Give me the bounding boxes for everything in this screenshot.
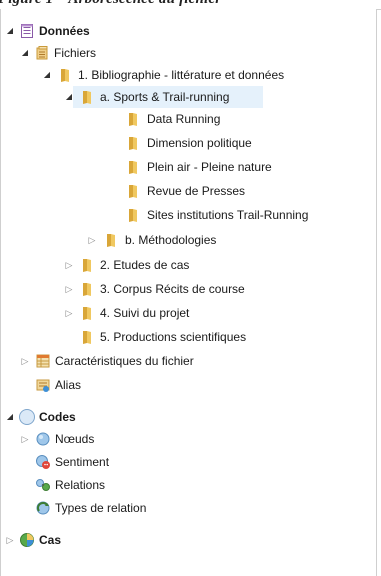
collapse-toggle-icon[interactable]: ▷ bbox=[20, 350, 30, 372]
tree-item-productions[interactable]: 5. Productions scientifiques bbox=[1, 326, 378, 348]
tree-item-plein-air[interactable]: Plein air - Pleine nature bbox=[1, 156, 378, 178]
nodes-icon bbox=[35, 431, 51, 447]
tree-item-label: Alias bbox=[55, 378, 82, 392]
tree-item-methodologies[interactable]: ▷ b. Méthodologies bbox=[1, 229, 378, 251]
tree-item-noeuds[interactable]: ▷ Nœuds bbox=[1, 428, 378, 450]
tree-item-alias[interactable]: Alias bbox=[1, 374, 378, 396]
tree-item-relations[interactable]: Relations bbox=[1, 474, 378, 496]
tree-item-etudes-cas[interactable]: ▷ 2. Etudes de cas bbox=[1, 254, 378, 276]
sentiment-icon bbox=[35, 454, 51, 470]
tree-item-label: 1. Bibliographie - littérature et donnée… bbox=[78, 68, 285, 82]
classifications-icon bbox=[35, 353, 51, 369]
folder-icon bbox=[79, 281, 95, 297]
folder-icon bbox=[125, 159, 141, 175]
expand-toggle-icon[interactable]: ◢ bbox=[5, 20, 15, 42]
collapse-toggle-icon[interactable]: ▷ bbox=[64, 254, 74, 276]
files-folder-icon bbox=[34, 45, 50, 61]
expand-toggle-icon[interactable]: ◢ bbox=[5, 406, 15, 428]
tree-item-label: 5. Productions scientifiques bbox=[100, 330, 247, 344]
codes-circle-icon bbox=[18, 408, 36, 426]
tree-item-dimension-politique[interactable]: Dimension politique bbox=[1, 132, 378, 154]
navigation-tree: ◢ Données ◢ Fichiers ◢ 1. Bibliographie … bbox=[0, 9, 377, 576]
tree-item-label: 3. Corpus Récits de course bbox=[100, 282, 245, 296]
folder-icon bbox=[79, 257, 95, 273]
relations-icon bbox=[35, 477, 51, 493]
folder-icon bbox=[57, 67, 73, 83]
tree-item-bibliographie[interactable]: ◢ 1. Bibliographie - littérature et donn… bbox=[1, 64, 378, 86]
tree-item-cas[interactable]: ▷ Cas bbox=[1, 529, 378, 551]
tree-item-data-running[interactable]: Data Running bbox=[1, 108, 378, 130]
tree-item-label: Dimension politique bbox=[147, 136, 252, 150]
tree-item-types-relation[interactable]: Types de relation bbox=[1, 497, 378, 519]
caption-text: Figure 1 – Arborescence du fichier bbox=[0, 0, 221, 8]
collapse-toggle-icon[interactable]: ▷ bbox=[87, 229, 97, 251]
folder-icon bbox=[79, 329, 95, 345]
folder-icon bbox=[125, 183, 141, 199]
folder-icon bbox=[79, 305, 95, 321]
tree-item-caracteristiques[interactable]: ▷ Caractéristiques du fichier bbox=[1, 350, 378, 372]
tree-item-label: Données bbox=[39, 24, 90, 38]
tree-item-label: b. Méthodologies bbox=[125, 233, 217, 247]
folder-icon bbox=[125, 207, 141, 223]
folder-icon bbox=[125, 111, 141, 127]
tree-item-fichiers[interactable]: ◢ Fichiers bbox=[1, 42, 378, 64]
tree-item-label: Types de relation bbox=[55, 501, 147, 515]
tree-item-revue-presses[interactable]: Revue de Presses bbox=[1, 180, 378, 202]
tree-item-codes[interactable]: ◢ Codes bbox=[1, 406, 378, 428]
tree-item-sites-institutions[interactable]: Sites institutions Trail-Running bbox=[1, 204, 378, 226]
tree-item-donnees[interactable]: ◢ Données bbox=[1, 20, 378, 42]
cases-icon bbox=[19, 532, 35, 548]
tree-item-label: 4. Suivi du projet bbox=[100, 306, 190, 320]
alias-icon bbox=[35, 377, 51, 393]
expand-toggle-icon[interactable]: ◢ bbox=[64, 86, 74, 108]
database-list-icon bbox=[19, 23, 35, 39]
tree-item-label: a. Sports & Trail-running bbox=[100, 90, 230, 104]
tree-item-corpus-recits[interactable]: ▷ 3. Corpus Récits de course bbox=[1, 278, 378, 300]
tree-item-label: Relations bbox=[55, 478, 106, 492]
tree-item-label: Sentiment bbox=[55, 455, 110, 469]
folder-icon bbox=[103, 232, 119, 248]
tree-item-label: Sites institutions Trail-Running bbox=[147, 208, 309, 222]
expand-toggle-icon[interactable]: ◢ bbox=[42, 64, 52, 86]
tree-item-suivi-projet[interactable]: ▷ 4. Suivi du projet bbox=[1, 302, 378, 324]
expand-toggle-icon[interactable]: ◢ bbox=[20, 42, 30, 64]
tree-item-label: 2. Etudes de cas bbox=[100, 258, 190, 272]
collapse-toggle-icon[interactable]: ▷ bbox=[20, 428, 30, 450]
collapse-toggle-icon[interactable]: ▷ bbox=[5, 529, 15, 551]
folder-icon bbox=[79, 89, 95, 105]
folder-icon bbox=[125, 135, 141, 151]
tree-item-label: Revue de Presses bbox=[147, 184, 246, 198]
collapse-toggle-icon[interactable]: ▷ bbox=[64, 278, 74, 300]
tree-item-label: Cas bbox=[39, 533, 62, 547]
tree-item-label: Nœuds bbox=[55, 432, 95, 446]
tree-item-label: Caractéristiques du fichier bbox=[55, 354, 194, 368]
tree-item-label: Plein air - Pleine nature bbox=[147, 160, 272, 174]
tree-item-label: Fichiers bbox=[54, 46, 97, 60]
relation-types-icon bbox=[35, 500, 51, 516]
tree-item-sports-trail[interactable]: ◢ a. Sports & Trail-running bbox=[1, 86, 378, 108]
tree-item-label: Data Running bbox=[147, 112, 221, 126]
collapse-toggle-icon[interactable]: ▷ bbox=[64, 302, 74, 324]
tree-item-sentiment[interactable]: Sentiment bbox=[1, 451, 378, 473]
tree-item-label: Codes bbox=[39, 410, 76, 424]
